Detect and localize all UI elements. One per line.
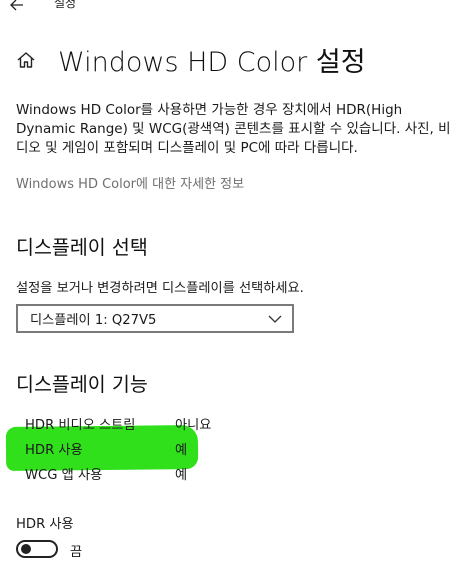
back-button[interactable] <box>6 0 28 16</box>
display-dropdown[interactable]: 디스플레이 1: Q27V5 <box>16 304 294 333</box>
home-icon <box>17 52 35 68</box>
chevron-down-icon <box>268 315 282 323</box>
section-title-capabilities: 디스플레이 기능 <box>16 373 148 396</box>
hdr-toggle-label: HDR 사용 <box>16 517 74 532</box>
display-select-label: 설정을 보거나 변경하려면 디스플레이를 선택하세요. <box>16 281 304 296</box>
arrow-left-icon <box>10 0 23 11</box>
learn-more-link[interactable]: Windows HD Color에 대한 자세한 정보 <box>16 173 244 192</box>
capability-value-hdr-video: 아니요 <box>175 418 212 433</box>
window-title: 설정 <box>54 0 77 10</box>
display-dropdown-value: 디스플레이 1: Q27V5 <box>30 313 157 328</box>
toggle-knob <box>21 544 31 554</box>
page-title: Windows HD Color 설정 <box>58 47 366 78</box>
section-title-display-select: 디스플레이 선택 <box>16 236 148 259</box>
capability-label-wcg-apps: WCG 앱 사용 <box>25 468 103 483</box>
hdr-toggle-switch[interactable] <box>16 540 58 558</box>
capability-label-hdr-use: HDR 사용 <box>25 443 83 458</box>
capability-value-hdr-use: 예 <box>175 443 188 458</box>
capability-value-wcg-apps: 예 <box>175 468 188 483</box>
page-description: Windows HD Color를 사용하면 가능한 경우 장치에서 HDR(H… <box>16 102 451 156</box>
capability-label-hdr-video: HDR 비디오 스트림 <box>25 418 136 433</box>
hdr-toggle-state: 끔 <box>70 545 83 560</box>
